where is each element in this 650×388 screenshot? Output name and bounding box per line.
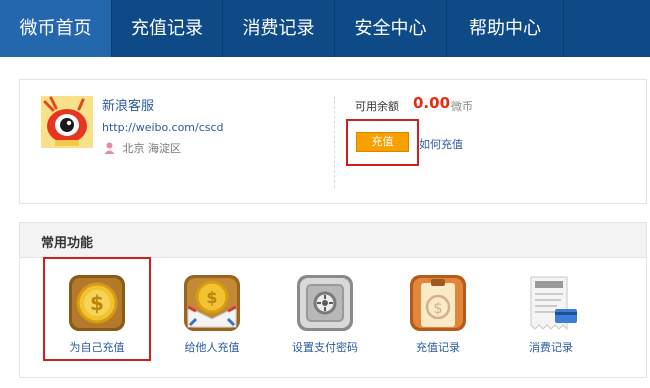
recharge-button[interactable]: 充值 [356,132,409,152]
common-functions-title: 常用功能 [41,236,94,251]
receipt-icon [530,276,577,331]
top-nav: 微币首页 充值记录 消费记录 安全中心 帮助中心 [0,0,650,57]
coin-envelope-icon: $ [184,275,240,331]
user-location: 北京 海淀区 [104,140,181,156]
tab-home[interactable]: 微币首页 [0,0,111,57]
balance-amount: 0.00 [413,94,451,112]
safe-icon [297,275,353,331]
tab-consumption-records[interactable]: 消费记录 [223,0,334,57]
svg-text:$: $ [90,291,104,315]
tab-help-center[interactable]: 帮助中心 [447,0,563,57]
svg-text:$: $ [206,288,217,307]
recharge-others-button[interactable]: $ 给他人充值 [172,271,252,355]
common-functions-header: 常用功能 [20,223,646,258]
user-url[interactable]: http://weibo.com/cscd [102,121,224,134]
user-avatar[interactable] [41,96,93,148]
account-panel: 新浪客服 http://weibo.com/cscd 北京 海淀区 可用余额 0… [19,79,647,204]
svg-text:$: $ [433,299,443,317]
common-functions-panel: 常用功能 $ 为自己充值 $ 给他人充值 设置支付密码 $ 充值记录 消费记录 [19,222,647,378]
sina-eye-avatar-icon [41,96,93,148]
gold-coin-icon: $ [69,275,125,331]
recharge-self-button[interactable]: $ 为自己充值 [57,271,137,355]
recharge-self-label: 为自己充值 [69,341,125,354]
nav-divider [563,0,564,57]
tab-recharge-records[interactable]: 充值记录 [112,0,222,57]
clipboard-icon: $ [410,275,466,331]
location-text: 北京 海淀区 [122,142,182,155]
recharge-records-label: 充值记录 [416,341,460,354]
balance-unit: 微币 [451,100,473,113]
person-icon [104,142,115,154]
user-name[interactable]: 新浪客服 [102,95,154,114]
consumption-records-label: 消费记录 [529,341,573,354]
how-to-recharge-link[interactable]: 如何充值 [419,136,463,152]
recharge-records-button[interactable]: $ 充值记录 [398,271,478,355]
recharge-others-label: 给他人充值 [184,341,240,354]
set-payment-password-button[interactable]: 设置支付密码 [285,271,365,355]
tab-security-center[interactable]: 安全中心 [335,0,446,57]
consumption-records-button[interactable]: 消费记录 [511,271,591,355]
balance-label: 可用余额 [355,100,399,113]
panel-divider [334,96,335,188]
set-payment-password-label: 设置支付密码 [292,341,358,354]
